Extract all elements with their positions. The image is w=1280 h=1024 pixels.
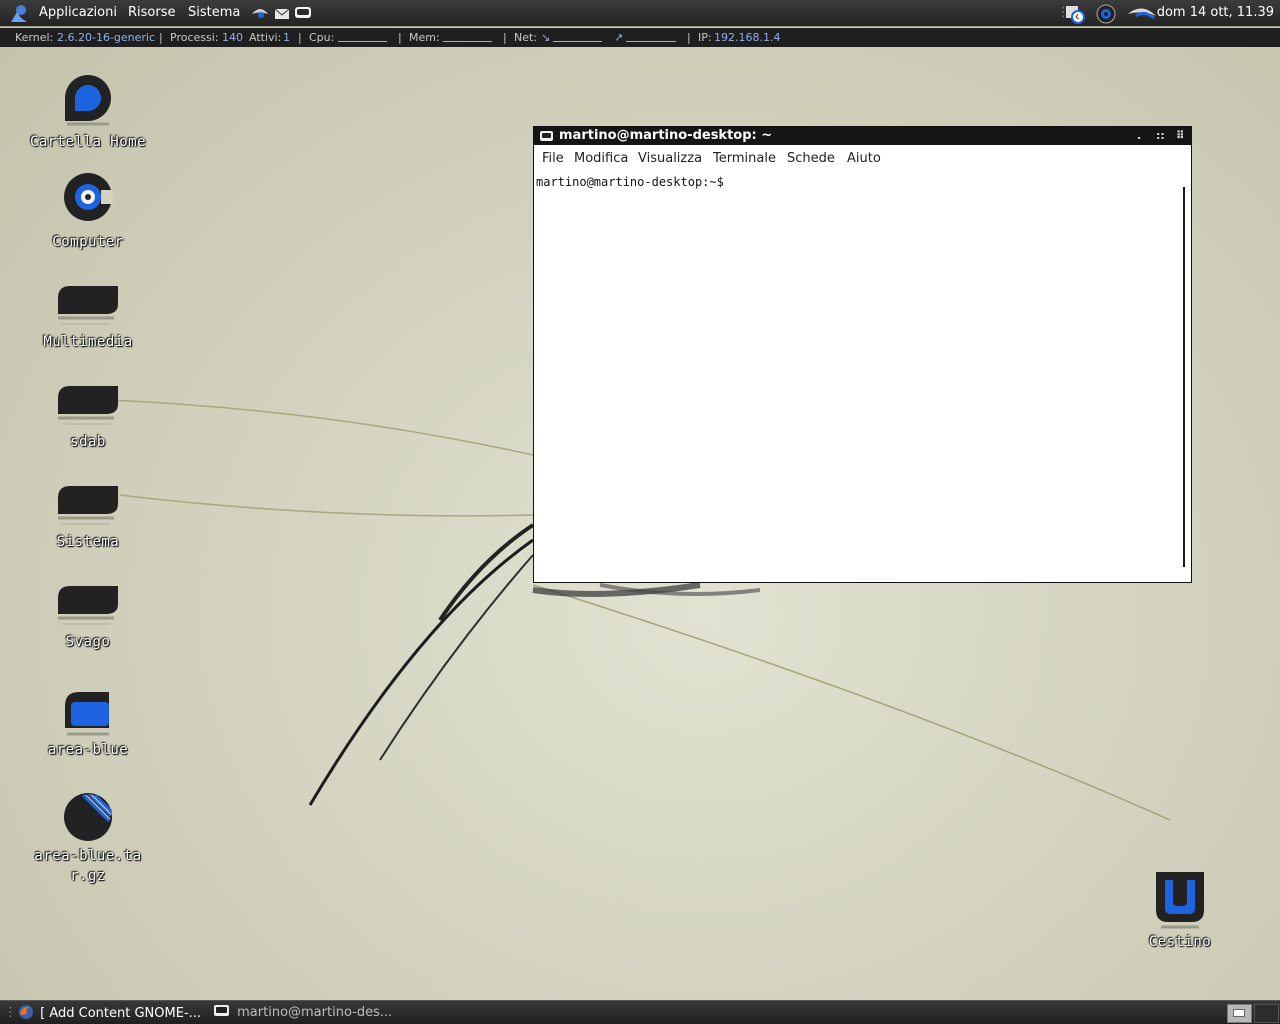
home-folder-icon [65,75,111,126]
mem-label: Mem: [409,31,440,44]
cpu-label: Cpu: [309,31,335,44]
menu-applicazioni[interactable]: Applicazioni [39,5,117,21]
desktop-icon-area-blue-archive[interactable]: area-blue.tar.gz [18,790,158,886]
network-status-icon[interactable] [1095,4,1117,24]
taskbar-item-terminal[interactable]: martino@martino-des... [214,1004,392,1021]
firefox-icon [19,1005,33,1019]
separator: | [503,31,507,44]
desktop-icon-label: Sistema [56,534,120,550]
separator: | [687,31,691,44]
net-up-arrow-icon: ↗ [614,31,624,44]
update-notifier-icon[interactable] [1064,4,1086,24]
kernel-value: 2.6.20-16-generic [57,31,156,44]
folder-icon [58,586,118,625]
terminal-scrollbar[interactable] [1183,187,1185,567]
menu-visualizza[interactable]: Visualizza [638,151,702,166]
ip-value: 192.168.1.4 [714,31,781,44]
mem-graph [443,30,492,42]
window-title: martino@martino-desktop: ~ [559,128,773,143]
net-label: Net: [514,31,538,44]
workspace-switcher-2[interactable] [1254,1004,1279,1023]
panel-handle[interactable]: ⋮ [4,1004,17,1021]
cpu-graph [338,30,387,42]
maximize-button[interactable]: :: [1156,127,1165,144]
net-down-arrow-icon: ↘ [541,31,551,44]
desktop-icon-multimedia[interactable]: Multimedia [18,280,158,352]
close-button[interactable]: ⠿ [1176,127,1185,144]
separator: | [398,31,402,44]
desktop-icon-svago[interactable]: Svago [18,580,158,652]
desktop-icon-label: Multimedia [43,334,133,350]
desktop-icon-label: Cestino [1148,934,1212,950]
distro-logo-icon[interactable] [9,4,29,23]
web-browser-launcher-icon[interactable] [250,4,270,22]
computer-icon [64,173,113,221]
separator: | [298,31,302,44]
menu-aiuto[interactable]: Aiuto [847,151,881,166]
menu-file[interactable]: File [542,151,564,166]
terminal-launcher-icon[interactable] [294,4,312,22]
desktop-icon-label: Svago [65,634,111,650]
processes-label: Processi: [170,31,219,44]
desktop-icon-label: Cartella Home [29,134,147,150]
terminal-icon [540,131,553,141]
terminal-titlebar[interactable]: martino@martino-desktop: ~ . :: ⠿ [534,127,1191,145]
desktop-icon-sdab[interactable]: sdab [18,380,158,452]
desktop-icon-home[interactable]: Cartella Home [18,70,158,152]
taskbar-item-label: [ Add Content GNOME-... [40,1006,202,1021]
desktop-icon-label: area-blue [47,742,129,758]
workspace-switcher-1[interactable] [1227,1004,1252,1023]
menu-schede[interactable]: Schede [787,151,835,166]
menu-modifica[interactable]: Modifica [574,151,628,166]
active-value: 1 [283,31,290,44]
minimize-button[interactable]: . [1137,127,1141,144]
active-label: Attivi: [249,31,282,44]
taskbar-item-label: martino@martino-des... [237,1005,393,1020]
net-up-graph [626,30,676,42]
system-monitor-bar: Kernel: 2.6.20-16-generic | Processi: 14… [0,28,1280,47]
archive-icon [64,792,113,841]
folder-blue-icon [65,692,109,736]
menu-terminale[interactable]: Terminale [713,151,776,166]
processes-value: 140 [222,31,243,44]
menu-risorse[interactable]: Risorse [128,5,176,21]
desktop-icon-area-blue[interactable]: area-blue [18,688,158,760]
panel-clock[interactable]: dom 14 ott, 11.39 [1157,5,1274,20]
top-panel: Applicazioni Risorse Sistema ⋮ dom 14 ot… [0,0,1280,27]
folder-icon [58,286,118,325]
terminal-icon [214,1005,229,1016]
desktop-icon-computer[interactable]: Computer [18,170,158,252]
weather-icon[interactable] [1126,4,1158,24]
net-down-graph [553,30,602,42]
terminal-window[interactable]: martino@martino-desktop: ~ . :: ⠿ File M… [533,126,1192,583]
bottom-panel: ⋮ [ Add Content GNOME-... martino@martin… [0,1000,1280,1024]
desktop-icon-sistema[interactable]: Sistema [18,480,158,552]
taskbar-item-firefox[interactable]: [ Add Content GNOME-... [18,1004,201,1022]
terminal-menubar: File Modifica Visualizza Terminale Sched… [534,145,1191,171]
folder-icon [58,386,118,425]
trash-icon [1156,872,1204,929]
separator: | [159,31,163,44]
desktop-icon-label: sdab [70,434,106,450]
kernel-label: Kernel: [15,31,54,44]
menu-sistema[interactable]: Sistema [188,5,240,21]
desktop-icon-label: area-blue.tar.gz [34,848,142,884]
ip-label: IP: [698,31,712,44]
terminal-prompt[interactable]: martino@martino-desktop:~$ [536,175,724,189]
mail-launcher-icon[interactable] [274,4,290,22]
desktop-icon-label: Computer [52,234,124,250]
folder-icon [58,486,118,525]
desktop-icon-cestino[interactable]: Cestino [1110,870,1250,952]
